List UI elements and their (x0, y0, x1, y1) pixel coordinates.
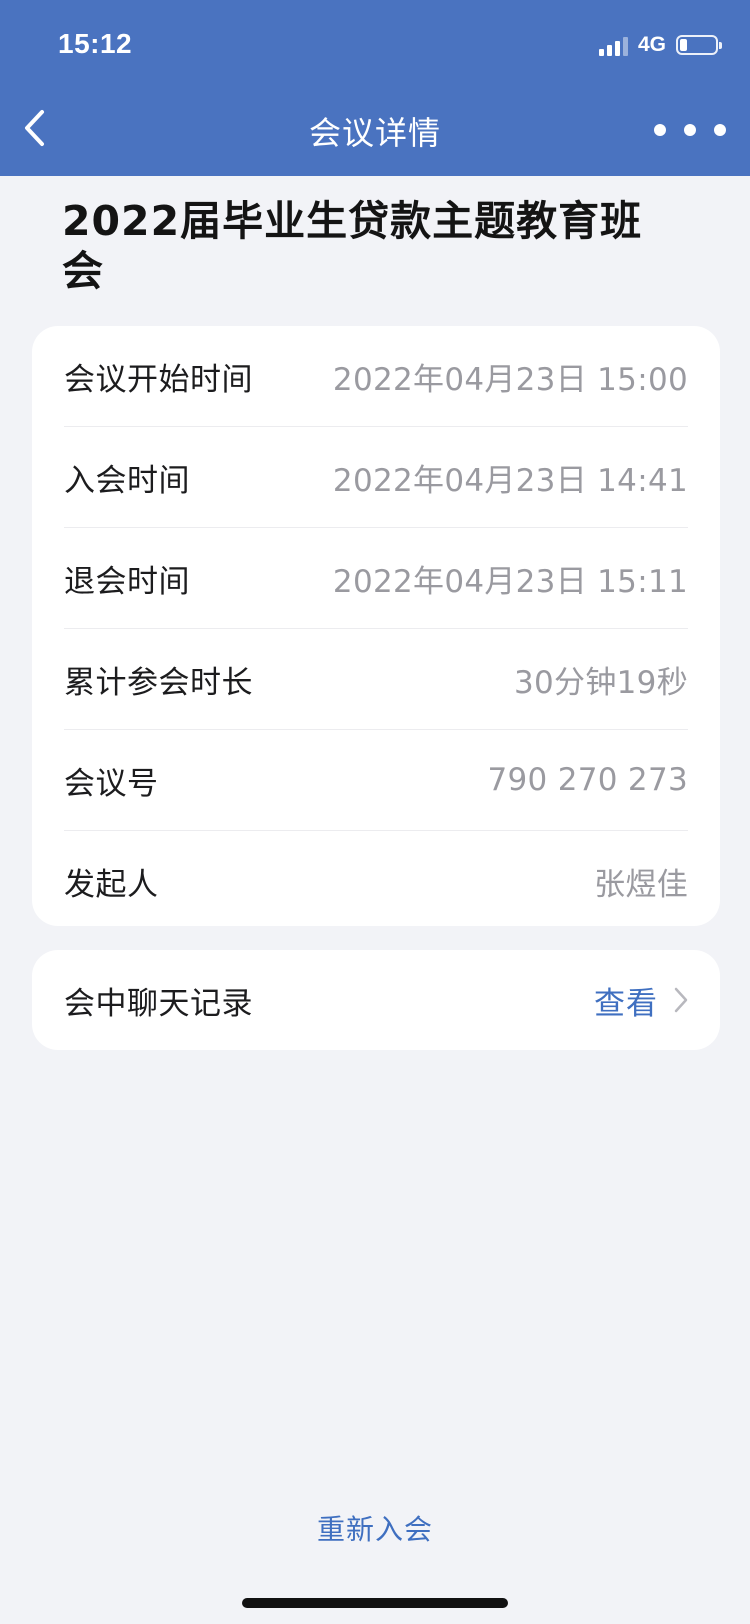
detail-row-start-time: 会议开始时间 2022年04月23日 15:00 (64, 326, 688, 427)
chat-record-card[interactable]: 会中聊天记录 查看 (32, 950, 720, 1050)
detail-row-join-time: 入会时间 2022年04月23日 14:41 (64, 427, 688, 528)
detail-value: 2022年04月23日 14:41 (332, 462, 688, 499)
detail-label: 入会时间 (64, 462, 190, 499)
status-time: 15:12 (58, 28, 133, 59)
chat-view-link[interactable]: 查看 (594, 978, 658, 1023)
meeting-title: 2022届毕业生贷款主题教育班会 (62, 197, 643, 295)
nav-title: 会议详情 (308, 114, 441, 152)
detail-value: 2022年04月23日 15:11 (332, 563, 688, 600)
home-indicator (242, 1598, 508, 1608)
rejoin-button[interactable]: 重新入会 (0, 1508, 750, 1548)
chat-record-label: 会中聊天记录 (64, 985, 253, 1022)
detail-row-meeting-id: 会议号 790 270 273 (64, 730, 688, 831)
battery-icon (676, 35, 722, 55)
network-label: 4G (637, 33, 666, 56)
chat-record-row[interactable]: 会中聊天记录 查看 (64, 950, 688, 1050)
meeting-details-screen: 15:12 4G 会议详情 2022届毕业生贷款主题教育班会 会议开始时间 20… (0, 0, 750, 1624)
detail-row-leave-time: 退会时间 2022年04月23日 15:11 (64, 528, 688, 629)
detail-value: 张煜佳 (594, 866, 688, 903)
detail-label: 发起人 (64, 866, 159, 903)
meeting-details-card: 会议开始时间 2022年04月23日 15:00 入会时间 2022年04月23… (32, 326, 720, 926)
header: 15:12 4G 会议详情 (0, 0, 750, 176)
more-button[interactable] (654, 118, 726, 142)
detail-label: 累计参会时长 (64, 664, 253, 701)
detail-row-duration: 累计参会时长 30分钟19秒 (64, 629, 688, 730)
detail-value: 790 270 273 (487, 762, 688, 798)
more-icon (654, 124, 666, 136)
status-indicators: 4G (598, 32, 722, 58)
signal-icon (598, 34, 628, 56)
chat-view-action[interactable]: 查看 (594, 978, 688, 1023)
detail-label: 会议号 (64, 765, 159, 802)
detail-value: 30分钟19秒 (514, 664, 688, 701)
detail-label: 退会时间 (64, 563, 190, 600)
detail-value: 2022年04月23日 15:00 (332, 361, 688, 398)
detail-row-host: 发起人 张煜佳 (64, 831, 688, 931)
chevron-right-icon (674, 987, 688, 1013)
detail-label: 会议开始时间 (64, 361, 253, 398)
